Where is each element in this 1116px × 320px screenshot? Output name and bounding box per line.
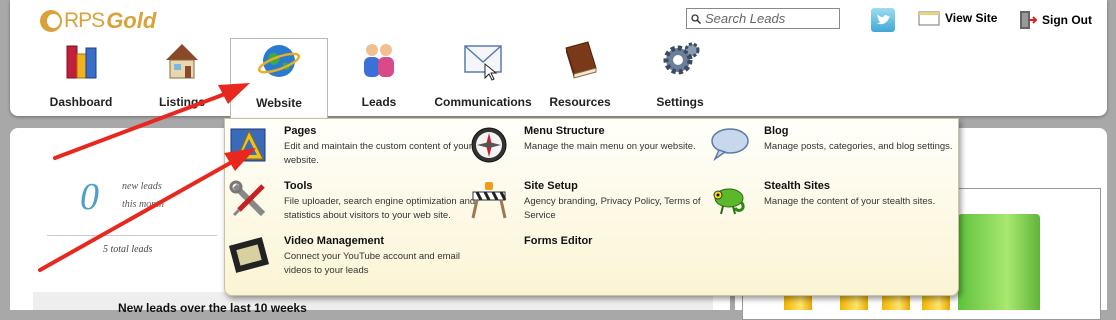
total-leads-label: 5 total leads bbox=[103, 244, 153, 255]
menu-item-menu-structure-title: Menu Structure bbox=[524, 125, 605, 137]
nav-resources[interactable]: Resources bbox=[547, 38, 613, 112]
nav-communications[interactable]: Communications bbox=[434, 38, 532, 112]
nav-dashboard-label: Dashboard bbox=[49, 95, 113, 109]
menu-item-site-setup-desc: Agency branding, Privacy Policy, Terms o… bbox=[524, 196, 701, 221]
new-leads-label-line2: this month bbox=[122, 199, 164, 210]
logo-gold-text: Gold bbox=[106, 8, 157, 33]
barrier-icon bbox=[471, 182, 507, 219]
menu-item-video-management-desc: Connect your YouTube account and email v… bbox=[284, 251, 461, 276]
search-leads-box[interactable] bbox=[686, 8, 840, 29]
envelope-icon bbox=[464, 45, 502, 81]
exit-door-icon bbox=[1020, 11, 1038, 29]
graph-bar-green bbox=[958, 214, 1040, 310]
search-input[interactable] bbox=[701, 11, 833, 26]
view-site-label: View Site bbox=[945, 11, 998, 25]
nav-website-label: Website bbox=[256, 96, 302, 110]
nav-resources-label: Resources bbox=[549, 95, 611, 109]
menu-item-stealth-sites-title: Stealth Sites bbox=[764, 180, 831, 192]
nav-website[interactable]: Website bbox=[230, 38, 328, 121]
bar-chart-icon bbox=[66, 45, 97, 79]
nav-dashboard[interactable]: Dashboard bbox=[46, 38, 116, 112]
nav-listings[interactable]: Listings bbox=[152, 38, 212, 112]
view-site-link[interactable]: View Site bbox=[918, 10, 997, 26]
pencil-triangle-icon bbox=[230, 128, 266, 162]
menu-item-site-setup-title: Site Setup bbox=[524, 180, 578, 192]
menu-item-tools-title: Tools bbox=[284, 180, 313, 192]
people-icon bbox=[364, 44, 394, 77]
gears-icon bbox=[663, 42, 700, 75]
search-icon bbox=[691, 13, 701, 24]
stat-divider bbox=[47, 235, 217, 236]
twitter-icon[interactable] bbox=[871, 8, 895, 32]
logo-mark-icon bbox=[40, 10, 62, 32]
menu-item-menu-structure-desc: Manage the main menu on your website. bbox=[524, 141, 696, 152]
browser-window-icon bbox=[918, 11, 940, 26]
compass-icon bbox=[471, 127, 507, 163]
website-dropdown-menu: Pages Edit and maintain the custom conte… bbox=[224, 118, 959, 296]
sign-out-link[interactable]: Sign Out bbox=[1018, 10, 1092, 30]
nav-communications-label: Communications bbox=[434, 95, 532, 109]
globe-icon bbox=[257, 45, 301, 77]
new-leads-label: new leads this month bbox=[122, 178, 164, 214]
menu-item-blog-desc: Manage posts, categories, and blog setti… bbox=[764, 141, 953, 152]
chameleon-icon bbox=[713, 188, 745, 215]
nav-settings[interactable]: Settings bbox=[654, 38, 706, 112]
rps-gold-logo[interactable]: RPS Gold bbox=[40, 8, 156, 34]
logo-rps-text: RPS bbox=[64, 9, 105, 32]
menu-item-pages-desc: Edit and maintain the custom content of … bbox=[284, 141, 472, 166]
menu-item-video-management-title: Video Management bbox=[284, 235, 385, 247]
nav-listings-label: Listings bbox=[158, 95, 205, 109]
nav-leads[interactable]: Leads bbox=[356, 38, 402, 112]
new-leads-count: 0 bbox=[80, 176, 99, 218]
nav-leads-label: Leads bbox=[361, 95, 397, 109]
chart-title: New leads over the last 10 weeks bbox=[118, 301, 307, 315]
menu-item-tools-desc: File uploader, search engine optimizatio… bbox=[284, 196, 476, 221]
menu-item-pages-title: Pages bbox=[284, 125, 317, 137]
menu-item-blog-title: Blog bbox=[764, 125, 789, 137]
film-strip-icon bbox=[229, 237, 269, 273]
book-icon bbox=[565, 41, 597, 79]
speech-bubble-icon bbox=[711, 128, 749, 162]
menu-item-forms-editor-title: Forms Editor bbox=[524, 235, 593, 247]
nav-settings-label: Settings bbox=[656, 95, 704, 109]
new-leads-label-line1: new leads bbox=[122, 181, 162, 192]
sign-out-label: Sign Out bbox=[1042, 13, 1092, 27]
wrench-screwdriver-icon bbox=[229, 180, 266, 217]
menu-item-stealth-sites-desc: Manage the content of your stealth sites… bbox=[764, 196, 936, 207]
house-icon bbox=[166, 44, 198, 79]
